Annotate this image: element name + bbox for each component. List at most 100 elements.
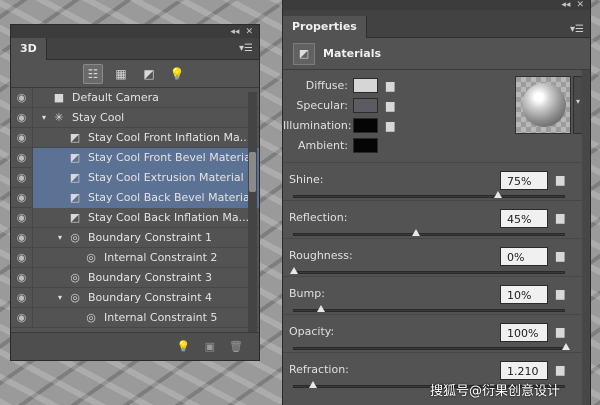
color-swatch[interactable] <box>353 77 378 93</box>
slider-track[interactable] <box>293 229 565 236</box>
visibility-eye-icon[interactable]: ◉ <box>11 147 33 168</box>
scene-row[interactable]: ◉ ▾ ✳ Stay Cool <box>11 107 259 128</box>
texture-folder-icon[interactable]: ▆ <box>386 99 394 112</box>
scene-row[interactable]: ◉ ■ Default Camera <box>11 87 259 108</box>
properties-titlebar: ◂◂ ✕ <box>283 0 590 10</box>
panel-menu-icon[interactable]: ▾☰ <box>239 43 253 54</box>
color-row: Illumination: ▆ <box>283 116 394 134</box>
texture-folder-icon[interactable]: ▆ <box>556 173 564 186</box>
close-icon[interactable]: ✕ <box>576 0 584 10</box>
properties-title: Materials <box>323 47 382 60</box>
expand-twisty-icon[interactable]: ▾ <box>55 293 65 302</box>
visibility-eye-icon[interactable]: ◉ <box>11 267 33 288</box>
scene-row[interactable]: ◉ ◎ Internal Constraint 5 <box>11 307 259 328</box>
slider-value-field[interactable]: 45% <box>500 209 548 228</box>
scene-row-content: ◩ Stay Cool Front Inflation Ma... <box>33 128 259 148</box>
slider-knob[interactable] <box>494 191 502 198</box>
slider-knob[interactable] <box>317 305 326 312</box>
scene-row[interactable]: ◉ ◩ Stay Cool Front Bevel Material <box>11 147 259 168</box>
add-light-icon[interactable]: 💡 <box>177 340 191 353</box>
mesh-filter-icon[interactable]: ▦ <box>111 64 131 84</box>
slider-value-field[interactable]: 0% <box>500 247 548 266</box>
slider-row: Bump: 10% ▆ <box>283 276 590 314</box>
material-sphere-icon <box>522 83 566 127</box>
constraint-icon: ◎ <box>86 251 96 264</box>
close-icon[interactable]: ✕ <box>245 27 253 37</box>
scene-filter-icon[interactable]: ☷ <box>83 63 103 84</box>
scene-row[interactable]: ◉ ◎ Boundary Constraint 3 <box>11 267 259 288</box>
slider-row: Shine: 75% ▆ <box>283 162 590 200</box>
slider-knob[interactable] <box>290 267 298 274</box>
slider-track[interactable] <box>293 305 565 312</box>
texture-folder-icon[interactable]: ▆ <box>556 363 564 376</box>
material-preview[interactable] <box>515 76 571 134</box>
texture-folder-icon[interactable]: ▆ <box>386 79 394 92</box>
scene-row-label: Internal Constraint 2 <box>104 251 218 264</box>
texture-folder-icon[interactable]: ▆ <box>556 249 564 262</box>
slider-knob[interactable] <box>412 229 421 236</box>
visibility-eye-icon[interactable]: ◉ <box>11 107 33 128</box>
texture-folder-icon[interactable]: ▆ <box>386 119 394 132</box>
delete-icon[interactable]: 🗑 <box>229 340 243 353</box>
tab-properties[interactable]: Properties <box>283 16 367 38</box>
scene-row-label: Boundary Constraint 3 <box>88 271 212 284</box>
scene-row-label: Boundary Constraint 4 <box>88 291 212 304</box>
panel-3d-titlebar: ◂◂ ✕ <box>11 25 259 38</box>
visibility-eye-icon[interactable]: ◉ <box>11 287 33 308</box>
color-swatch[interactable] <box>353 97 378 113</box>
material-filter-icon[interactable]: ◩ <box>139 64 159 84</box>
properties-scrollbar[interactable] <box>582 70 590 405</box>
scene-row[interactable]: ◉ ◩ Stay Cool Front Inflation Ma... <box>11 127 259 148</box>
scene-row[interactable]: ◉ ◩ Stay Cool Back Bevel Material <box>11 187 259 208</box>
visibility-eye-icon[interactable]: ◉ <box>11 127 33 148</box>
material-icon: ◩ <box>69 171 81 184</box>
scene-row[interactable]: ◉ ◩ Stay Cool Back Inflation Ma... <box>11 207 259 228</box>
visibility-eye-icon[interactable]: ◉ <box>11 307 33 328</box>
slider-value-field[interactable]: 100% <box>500 323 548 342</box>
collapse-icon[interactable]: ◂◂ <box>230 27 239 37</box>
slider-label: Refraction: <box>289 363 349 376</box>
color-swatch[interactable] <box>353 137 378 153</box>
scene-row-label: Stay Cool <box>72 111 125 124</box>
constraint-icon: ◎ <box>70 291 80 304</box>
panel-3d: ◂◂ ✕ 3D ▾☰ ☷ ▦ ◩ 💡 ◉ ■ Default Camera ◉ ▾ ✳ Stay … <box>10 24 260 361</box>
material-icon: ◩ <box>69 191 81 204</box>
texture-folder-icon[interactable]: ▆ <box>556 287 564 300</box>
slider-track[interactable] <box>293 343 570 350</box>
expand-twisty-icon[interactable]: ▾ <box>55 233 65 242</box>
texture-folder-icon[interactable]: ▆ <box>556 325 564 338</box>
scene-row[interactable]: ◉ ◩ Stay Cool Extrusion Material <box>11 167 259 188</box>
slider-label: Reflection: <box>289 211 348 224</box>
constraint-icon: ◎ <box>70 271 80 284</box>
slider-value-field[interactable]: 75% <box>500 171 548 190</box>
visibility-eye-icon[interactable]: ◉ <box>11 227 33 248</box>
slider-value-field[interactable]: 10% <box>500 285 548 304</box>
scene-row[interactable]: ◉ ▾ ◎ Boundary Constraint 4 <box>11 287 259 308</box>
visibility-eye-icon[interactable]: ◉ <box>11 167 33 188</box>
color-swatch[interactable] <box>353 117 378 133</box>
visibility-eye-icon[interactable]: ◉ <box>11 87 33 108</box>
light-filter-icon[interactable]: 💡 <box>167 64 187 84</box>
expand-twisty-icon[interactable]: ▾ <box>39 113 49 122</box>
scene-row[interactable]: ◉ ▾ ◎ Boundary Constraint 1 <box>11 227 259 248</box>
collapse-icon[interactable]: ◂◂ <box>561 0 570 10</box>
slider-knob[interactable] <box>562 343 570 350</box>
slider-value-field[interactable]: 1.210 <box>500 361 548 380</box>
texture-folder-icon[interactable]: ▆ <box>556 211 564 224</box>
scene-row-content: ◎ Internal Constraint 5 <box>33 308 259 328</box>
scene-row-label: Stay Cool Front Bevel Material <box>88 151 254 164</box>
tab-3d[interactable]: 3D <box>11 38 47 60</box>
panel-menu-icon[interactable]: ▾☰ <box>570 24 584 35</box>
visibility-eye-icon[interactable]: ◉ <box>11 247 33 268</box>
render-icon[interactable]: ▣ <box>205 340 215 353</box>
scene-row[interactable]: ◉ ◎ Internal Constraint 2 <box>11 247 259 268</box>
color-label: Ambient: <box>297 138 348 152</box>
slider-knob[interactable] <box>309 381 318 388</box>
visibility-eye-icon[interactable]: ◉ <box>11 187 33 208</box>
scrollbar-thumb[interactable] <box>249 152 256 192</box>
properties-tabbar: ◂◂ ✕ Properties ▾☰ <box>283 0 590 38</box>
slider-track[interactable] <box>293 191 565 198</box>
slider-track[interactable] <box>290 267 565 274</box>
scene-scrollbar[interactable] <box>248 92 257 332</box>
visibility-eye-icon[interactable]: ◉ <box>11 207 33 228</box>
